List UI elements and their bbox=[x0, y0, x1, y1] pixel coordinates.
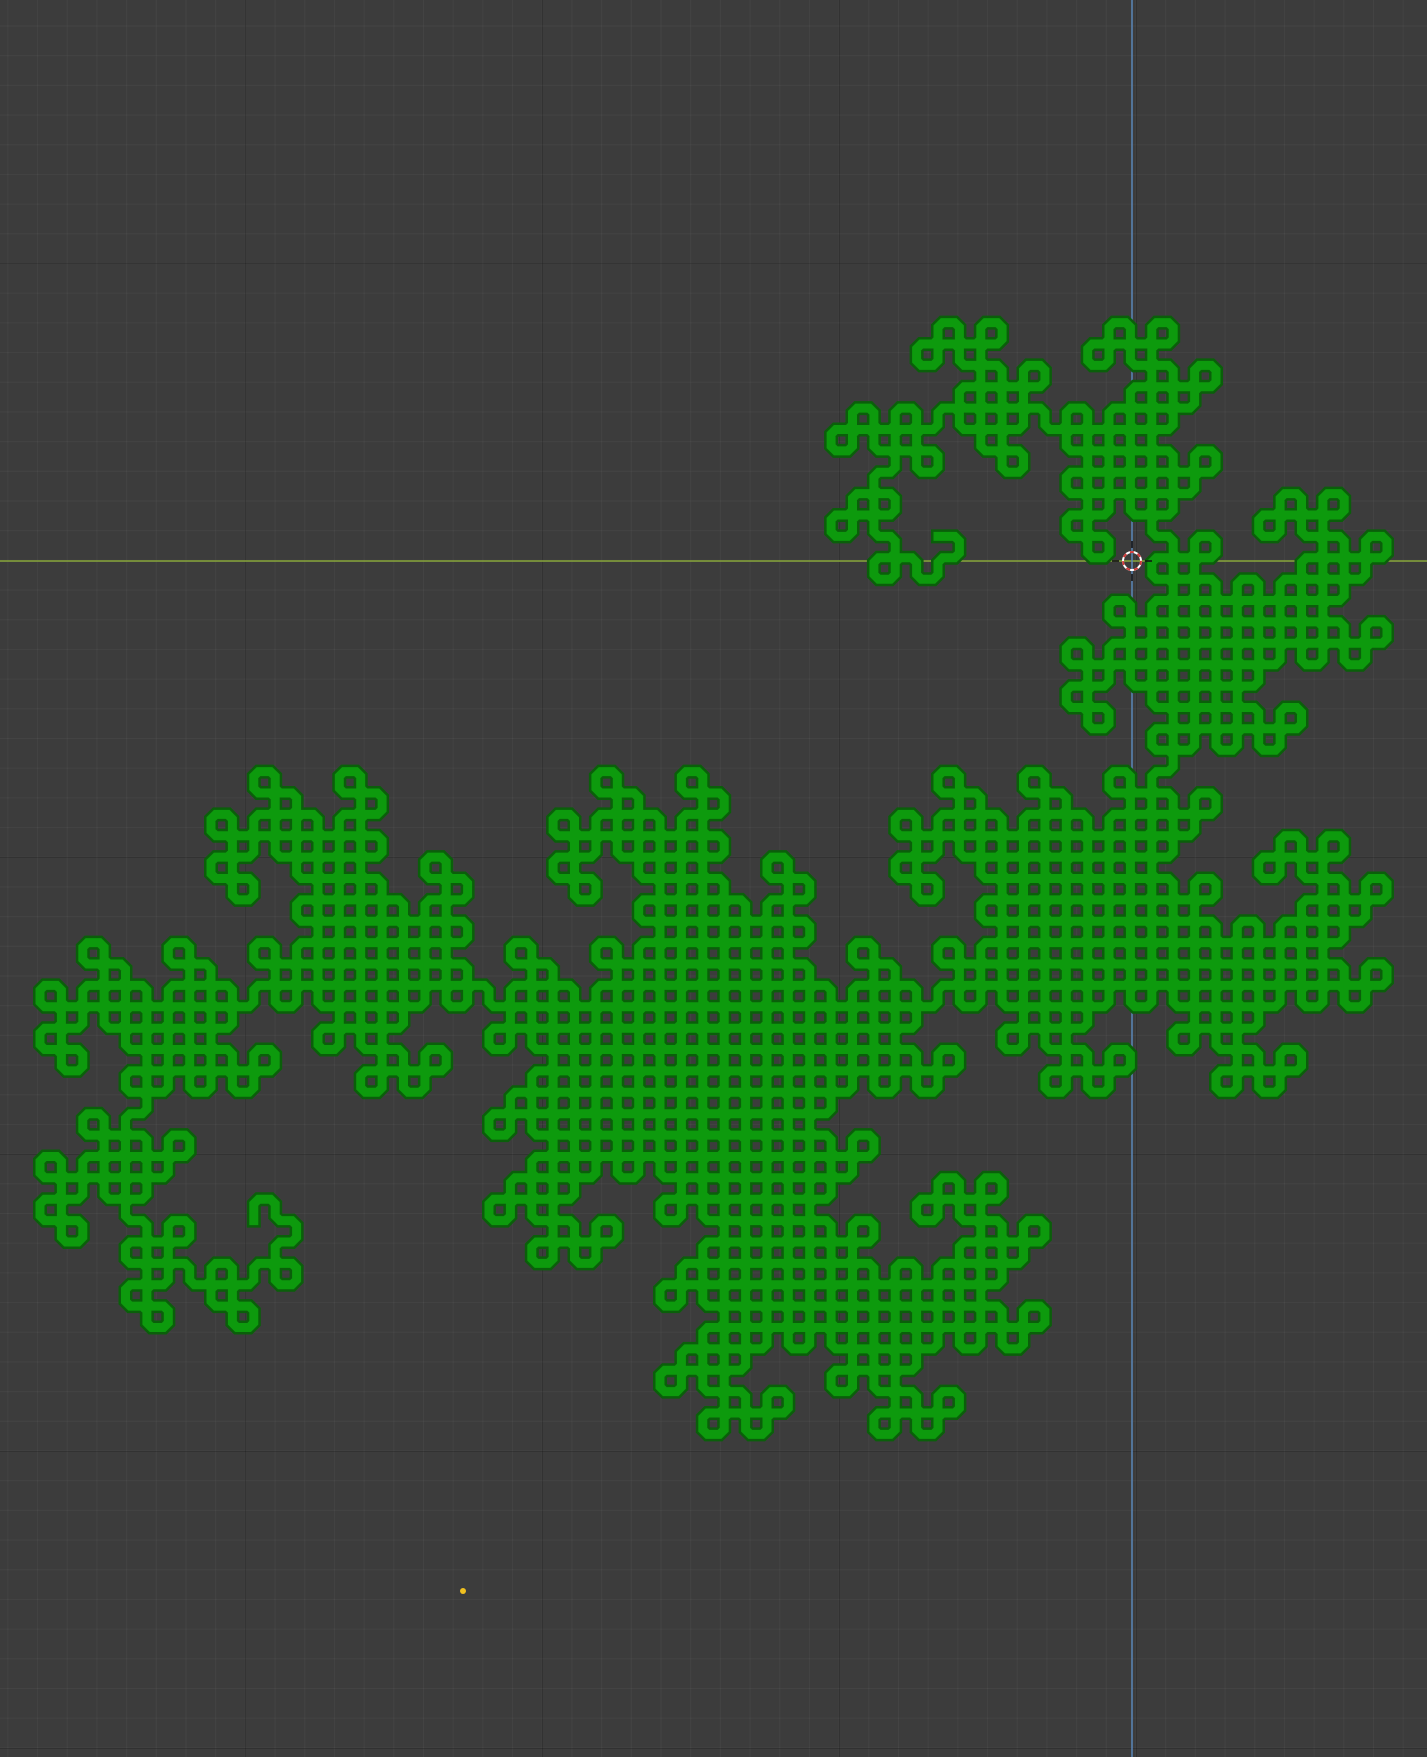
viewport-scene bbox=[0, 0, 1427, 1757]
dragon-curve-body bbox=[35, 318, 1392, 1439]
3d-viewport[interactable] bbox=[0, 0, 1427, 1757]
origin-dot-icon[interactable] bbox=[460, 1588, 466, 1594]
dragon-curve-object[interactable] bbox=[33, 315, 1394, 1442]
